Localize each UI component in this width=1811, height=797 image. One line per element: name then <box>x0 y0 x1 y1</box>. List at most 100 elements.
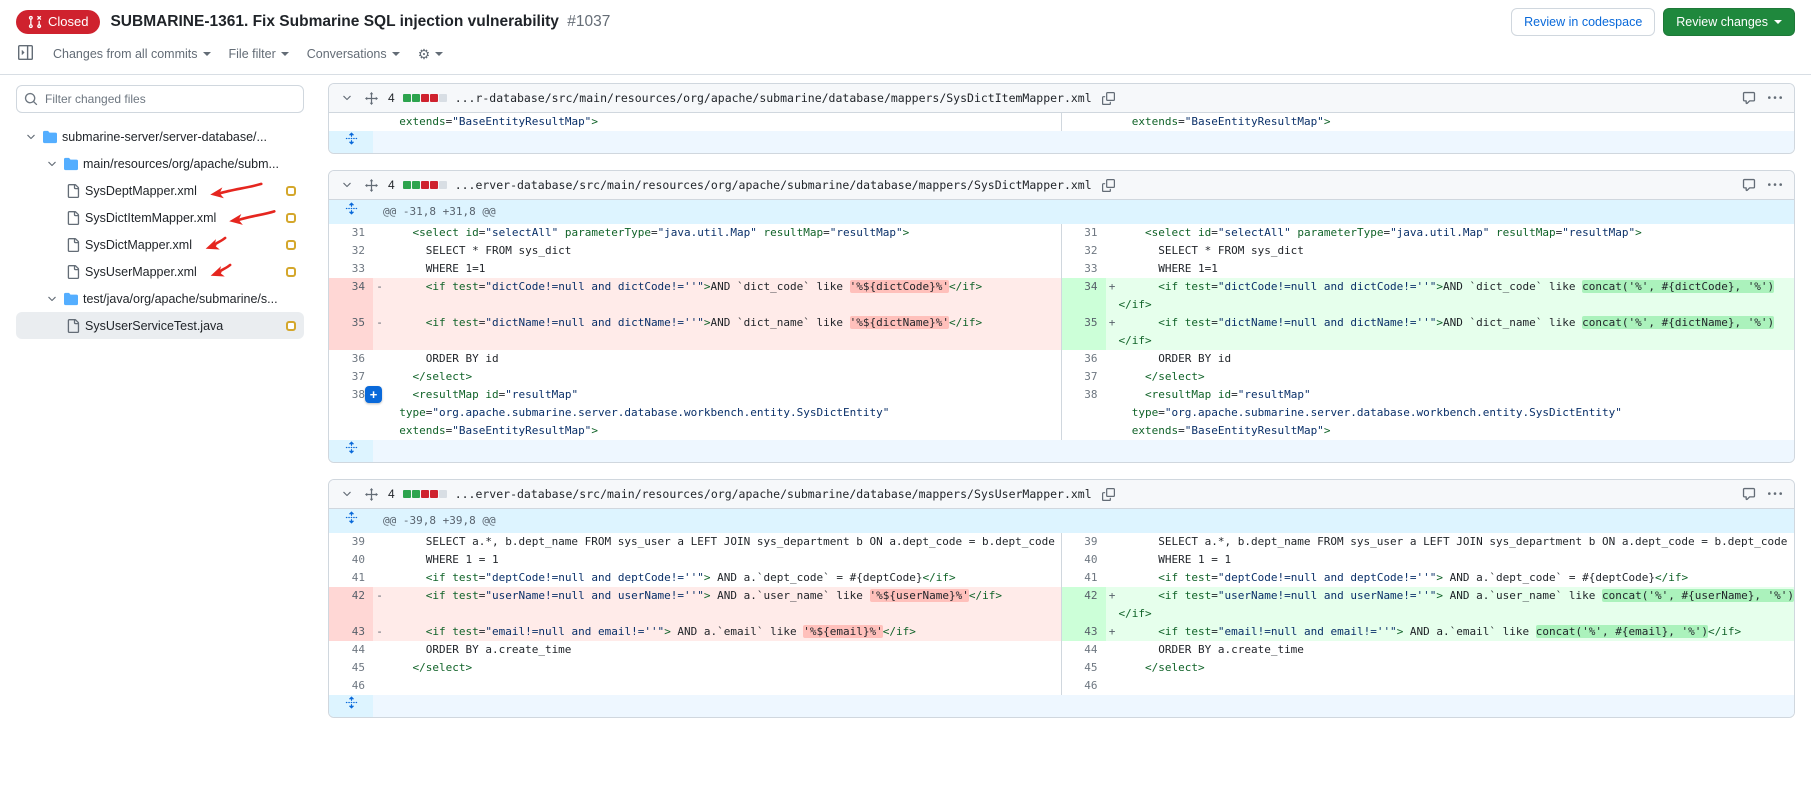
line-number[interactable]: 46 <box>1062 677 1106 695</box>
code-line[interactable]: WHERE 1=1 <box>373 260 1062 278</box>
line-number[interactable]: 37 <box>329 368 373 386</box>
diff-settings-button[interactable]: ⚙ <box>418 47 444 61</box>
code-line[interactable]: ORDER BY a.create_time <box>373 641 1062 659</box>
line-number[interactable] <box>329 113 373 131</box>
line-number[interactable]: 42 <box>329 587 373 623</box>
code-line[interactable]: <resultMap id="resultMap" type="org.apac… <box>373 386 1062 440</box>
line-number[interactable]: 40 <box>1062 551 1106 569</box>
conversations-dropdown[interactable]: Conversations <box>307 47 400 61</box>
code-line[interactable]: <select id="selectAll" parameterType="ja… <box>373 224 1062 242</box>
toggle-file-tree-button[interactable] <box>16 43 35 65</box>
line-number[interactable]: 36 <box>1062 350 1106 368</box>
tree-file-SysDictMapper.xml[interactable]: SysDictMapper.xml <box>16 231 304 258</box>
code-line[interactable]: SELECT * FROM sys_dict <box>373 242 1062 260</box>
line-number[interactable]: 46 <box>329 677 373 695</box>
line-number[interactable]: 43 <box>1062 623 1106 641</box>
line-number[interactable]: 45 <box>329 659 373 677</box>
line-number[interactable]: +38 <box>329 386 373 440</box>
line-number[interactable]: 33 <box>329 260 373 278</box>
code-line[interactable]: ORDER BY id <box>1106 350 1795 368</box>
code-line[interactable]: <if test="deptCode!=null and deptCode!='… <box>373 569 1062 587</box>
collapse-file-button[interactable] <box>339 90 355 106</box>
drag-handle-icon[interactable] <box>363 486 380 503</box>
code-line[interactable]: <select id="selectAll" parameterType="ja… <box>1106 224 1795 242</box>
tree-folder-main-resources-org-apache-subm...[interactable]: main/resources/org/apache/subm... <box>16 150 304 177</box>
tree-folder-test-java-org-apache-submarine-s...[interactable]: test/java/org/apache/submarine/s... <box>16 285 304 312</box>
code-line[interactable]: + <if test="userName!=null and userName!… <box>1106 587 1795 623</box>
code-line[interactable]: </select> <box>373 368 1062 386</box>
comment-icon[interactable] <box>1740 485 1758 503</box>
code-line[interactable]: extends="BaseEntityResultMap"> <box>373 113 1062 131</box>
tree-file-SysDeptMapper.xml[interactable]: SysDeptMapper.xml <box>16 177 304 204</box>
review-in-codespace-button[interactable]: Review in codespace <box>1511 8 1655 36</box>
line-number[interactable]: 32 <box>329 242 373 260</box>
comment-icon[interactable] <box>1740 89 1758 107</box>
code-line[interactable]: ORDER BY a.create_time <box>1106 641 1795 659</box>
line-number[interactable]: 43 <box>329 623 373 641</box>
expand-strip[interactable] <box>373 131 1794 153</box>
code-line[interactable]: + <if test="email!=null and email!=''"> … <box>1106 623 1795 641</box>
line-number[interactable]: 44 <box>1062 641 1106 659</box>
code-line[interactable]: - <if test="email!=null and email!=''"> … <box>373 623 1062 641</box>
expand-strip[interactable] <box>373 695 1794 717</box>
comment-icon[interactable] <box>1740 176 1758 194</box>
line-number[interactable]: 41 <box>1062 569 1106 587</box>
line-number[interactable]: 41 <box>329 569 373 587</box>
code-line[interactable]: extends="BaseEntityResultMap"> <box>1106 113 1795 131</box>
code-line[interactable]: </select> <box>1106 659 1795 677</box>
line-number[interactable]: 39 <box>329 533 373 551</box>
line-number[interactable]: 45 <box>1062 659 1106 677</box>
line-number[interactable]: 31 <box>1062 224 1106 242</box>
collapse-file-button[interactable] <box>339 177 355 193</box>
collapse-file-button[interactable] <box>339 486 355 502</box>
code-line[interactable]: WHERE 1=1 <box>1106 260 1795 278</box>
line-number[interactable]: 35 <box>329 314 373 350</box>
tree-folder-submarine-server-server-database-...[interactable]: submarine-server/server-database/... <box>16 123 304 150</box>
code-line[interactable]: WHERE 1 = 1 <box>1106 551 1795 569</box>
code-line[interactable]: - <if test="userName!=null and userName!… <box>373 587 1062 623</box>
line-number[interactable]: 35 <box>1062 314 1106 350</box>
line-number[interactable]: 39 <box>1062 533 1106 551</box>
copy-path-button[interactable] <box>1100 90 1117 107</box>
changes-from-dropdown[interactable]: Changes from all commits <box>53 47 211 61</box>
expand-down-button[interactable] <box>329 440 373 462</box>
line-number[interactable]: 42 <box>1062 587 1106 623</box>
line-number[interactable]: 40 <box>329 551 373 569</box>
line-number[interactable]: 37 <box>1062 368 1106 386</box>
line-number[interactable]: 34 <box>329 278 373 314</box>
kebab-menu-button[interactable] <box>1766 485 1784 503</box>
expand-hunk-button[interactable] <box>329 509 373 533</box>
drag-handle-icon[interactable] <box>363 177 380 194</box>
code-line[interactable]: </select> <box>1106 368 1795 386</box>
code-line[interactable]: <if test="deptCode!=null and deptCode!='… <box>1106 569 1795 587</box>
code-line[interactable]: + <if test="dictCode!=null and dictCode!… <box>1106 278 1795 314</box>
code-line[interactable]: ORDER BY id <box>373 350 1062 368</box>
line-number[interactable]: 36 <box>329 350 373 368</box>
expand-down-button[interactable] <box>329 131 373 153</box>
code-line[interactable]: SELECT a.*, b.dept_name FROM sys_user a … <box>1106 533 1795 551</box>
code-line[interactable]: WHERE 1 = 1 <box>373 551 1062 569</box>
filter-changed-files-input[interactable] <box>16 85 304 113</box>
code-line[interactable]: SELECT * FROM sys_dict <box>1106 242 1795 260</box>
code-line[interactable]: + <if test="dictName!=null and dictName!… <box>1106 314 1795 350</box>
copy-path-button[interactable] <box>1100 177 1117 194</box>
code-line[interactable]: SELECT a.*, b.dept_name FROM sys_user a … <box>373 533 1062 551</box>
code-line[interactable]: - <if test="dictName!=null and dictName!… <box>373 314 1062 350</box>
code-line[interactable]: - <if test="dictCode!=null and dictCode!… <box>373 278 1062 314</box>
line-number[interactable]: 33 <box>1062 260 1106 278</box>
expand-strip[interactable] <box>373 440 1794 462</box>
line-number[interactable]: 34 <box>1062 278 1106 314</box>
kebab-menu-button[interactable] <box>1766 176 1784 194</box>
expand-hunk-button[interactable] <box>329 200 373 224</box>
copy-path-button[interactable] <box>1100 486 1117 503</box>
file-filter-dropdown[interactable]: File filter <box>229 47 289 61</box>
line-number[interactable]: 38 <box>1062 386 1106 440</box>
code-line[interactable]: <resultMap id="resultMap" type="org.apac… <box>1106 386 1795 440</box>
review-changes-button[interactable]: Review changes <box>1663 8 1795 36</box>
kebab-menu-button[interactable] <box>1766 89 1784 107</box>
tree-file-SysUserServiceTest.java[interactable]: SysUserServiceTest.java <box>16 312 304 339</box>
code-line[interactable] <box>373 677 1062 695</box>
tree-file-SysDictItemMapper.xml[interactable]: SysDictItemMapper.xml <box>16 204 304 231</box>
drag-handle-icon[interactable] <box>363 90 380 107</box>
line-number[interactable]: 44 <box>329 641 373 659</box>
